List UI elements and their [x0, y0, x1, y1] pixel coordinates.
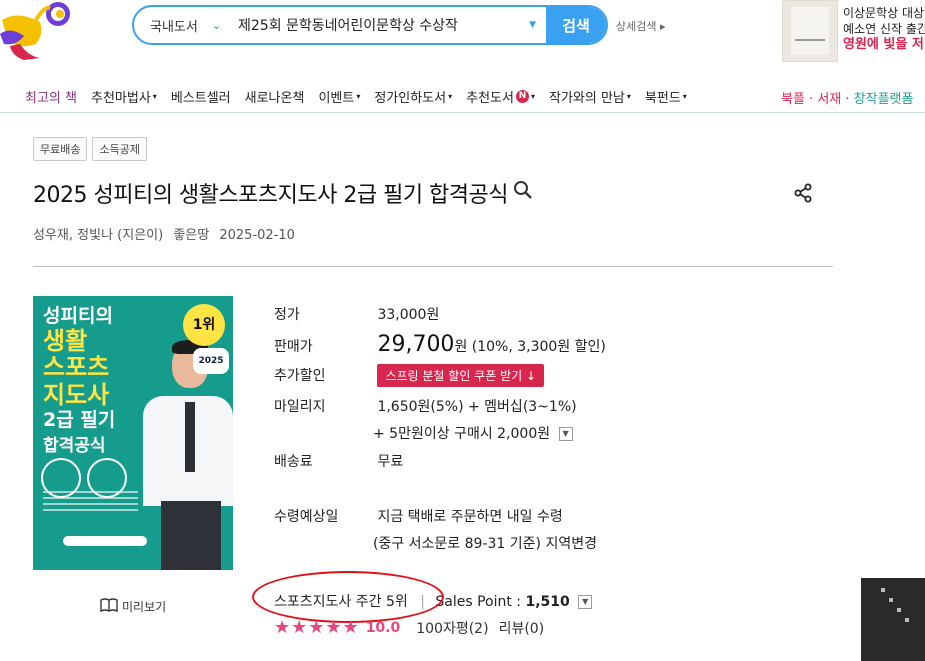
nav-item-best-books[interactable]: 최고의 책 — [25, 87, 77, 106]
mileage-line-1: 1,650원(5%) + 멤버십(3~1%) — [377, 399, 577, 415]
cover-line-2: 생활 — [43, 327, 88, 355]
extra-discount-label: 추가할인 — [274, 368, 326, 384]
nav-item-price-cut[interactable]: 정가인하도서 ▾ — [374, 87, 452, 106]
cover-line-6: 합격공식 — [43, 436, 106, 456]
cover-line-4: 지도사 — [43, 381, 110, 409]
star-rating-icon: ★★★★★ — [274, 617, 360, 638]
aladin-logo[interactable] — [0, 0, 80, 62]
dropdown-triangle-icon[interactable]: ▼ — [519, 20, 546, 30]
publish-date: 2025-02-10 — [219, 228, 295, 243]
sales-point-value: 1,510 — [525, 594, 570, 610]
sale-price-label: 판매가 — [274, 339, 313, 355]
tag-free-shipping: 무료배송 — [33, 137, 88, 161]
promo-banner[interactable]: 이상문학상 대상 예소연 신작 출간 영원에 빛을 저 — [843, 5, 925, 53]
search-input[interactable] — [230, 17, 520, 33]
authors-link[interactable]: 성우재, 정빛나 (지은이) — [33, 228, 163, 243]
sale-price-value: 29,700 — [377, 332, 455, 357]
shipping-value: 무료 — [377, 454, 404, 470]
cover-line-1: 성피티의 — [43, 305, 113, 327]
title-divider — [33, 266, 833, 267]
cover-year-badge: 2025 — [193, 348, 229, 374]
sale-price-row: 판매가 29,700원 (10%, 3,300원 할인) — [274, 332, 606, 357]
nav-item-recommended[interactable]: 추천도서 N ▾ — [466, 87, 535, 106]
nav-item-recommend-wizard[interactable]: 추천마법사 ▾ — [91, 87, 157, 106]
nav-right-links[interactable]: 북플 · 서재 · 창작플랫폼 — [781, 88, 913, 107]
bookple-link[interactable]: 북플 · 서재 · — [781, 92, 850, 107]
shipping-label: 배송료 — [274, 454, 313, 470]
mileage-label: 마일리지 — [274, 399, 326, 415]
sales-point-dropdown-icon[interactable]: ▼ — [578, 595, 593, 609]
rating-score: 10.0 — [365, 619, 401, 636]
nav-item-author-meet[interactable]: 작가와의 만남 ▾ — [549, 87, 631, 106]
cover-rank-badge: 1위 — [183, 304, 225, 346]
search-button[interactable]: 검색 — [546, 7, 606, 43]
search-icon[interactable] — [513, 180, 533, 206]
extra-discount-row: 추가할인 스프링 분철 할인 쿠폰 받기 ↓ — [274, 364, 545, 387]
preview-label: 미리보기 — [122, 600, 167, 614]
nav-item-bookfund[interactable]: 북펀드 ▾ — [645, 87, 687, 106]
list-price-label: 정가 — [274, 307, 300, 323]
mileage-line-2: + 5만원이상 구매시 2,000원 — [373, 426, 551, 442]
nav-item-bestseller[interactable]: 베스트셀러 — [171, 87, 231, 106]
search-bar: 국내도서 ⌄ ▼ 검색 — [132, 5, 608, 45]
creative-platform-link[interactable]: 창작플랫폼 — [854, 92, 914, 107]
promo-line-3: 영원에 빛을 저 — [843, 37, 924, 52]
rank-highlight-ellipse — [252, 571, 444, 623]
list-price-row: 정가 33,000원 — [274, 304, 439, 324]
promo-line-1: 이상문학상 대상 — [843, 6, 925, 20]
book-open-icon — [100, 598, 118, 615]
tag-tax-deduction: 소득공제 — [92, 137, 147, 161]
mileage-row-2: + 5만원이상 구매시 2,000원 ▼ — [373, 423, 573, 443]
mileage-dropdown-icon[interactable]: ▼ — [558, 427, 573, 441]
promo-line-2: 예소연 신작 출간 — [843, 22, 925, 36]
receive-row: 수령예상일 지금 택배로 주문하면 내일 수령 — [274, 506, 563, 526]
coupon-button[interactable]: 스프링 분철 할인 쿠폰 받기 ↓ — [377, 364, 545, 387]
nav-item-events[interactable]: 이벤트 ▾ — [318, 87, 360, 106]
reviews-link[interactable]: 리뷰(0) — [499, 618, 545, 638]
chevron-down-icon: ⌄ — [211, 18, 222, 32]
sale-price-unit: 원 — [454, 339, 468, 355]
list-price-value: 33,000원 — [377, 307, 440, 323]
search-category-select[interactable]: 국내도서 ⌄ — [134, 16, 230, 35]
cover-line-5: 2급 필기 — [43, 409, 116, 431]
book-title-text: 2025 성피티의 생활스포츠지도사 2급 필기 합격공식 — [33, 183, 509, 208]
share-icon[interactable] — [793, 183, 813, 207]
nav-item-new-books[interactable]: 새로나온책 — [245, 87, 305, 106]
sale-price-detail: (10%, 3,300원 할인) — [471, 339, 606, 355]
page-title: 2025 성피티의 생활스포츠지도사 2급 필기 합격공식 — [33, 177, 533, 209]
receive-line-1: 지금 택배로 주문하면 내일 수령 — [377, 509, 563, 525]
rating-row: ★★★★★ 10.0 100자평(2) 리뷰(0) — [274, 617, 554, 638]
detail-search-link[interactable]: 상세검색 ▸ — [616, 18, 666, 34]
promo-book-image[interactable] — [782, 0, 838, 62]
book-cover-image[interactable]: 성피티의 생활 스포츠 지도사 2급 필기 합격공식 1위 2025 — [33, 296, 233, 570]
preview-button[interactable]: 미리보기 — [100, 598, 166, 615]
book-meta: 성우재, 정빛나 (지은이) 좋은땅 2025-02-10 — [33, 224, 301, 243]
search-category-label: 국내도서 — [150, 19, 198, 35]
product-tags: 무료배송 소득공제 — [33, 137, 147, 161]
new-badge: N — [515, 89, 529, 103]
receive-line-2[interactable]: (중구 서소문로 89-31 기준) 지역변경 — [373, 536, 597, 552]
side-ad-thumbnail[interactable] — [861, 578, 925, 661]
cover-line-3: 스포츠 — [43, 353, 110, 381]
short-reviews-link[interactable]: 100자평(2) — [416, 618, 488, 638]
sales-point-label: Sales Point : — [435, 594, 521, 610]
mileage-row: 마일리지 1,650원(5%) + 멤버십(3~1%) — [274, 396, 577, 416]
nav-divider — [0, 112, 925, 113]
publisher-link[interactable]: 좋은땅 — [173, 228, 209, 243]
receive-row-2: (중구 서소문로 89-31 기준) 지역변경 — [373, 533, 597, 553]
shipping-row: 배송료 무료 — [274, 451, 403, 471]
receive-label: 수령예상일 — [274, 509, 339, 525]
